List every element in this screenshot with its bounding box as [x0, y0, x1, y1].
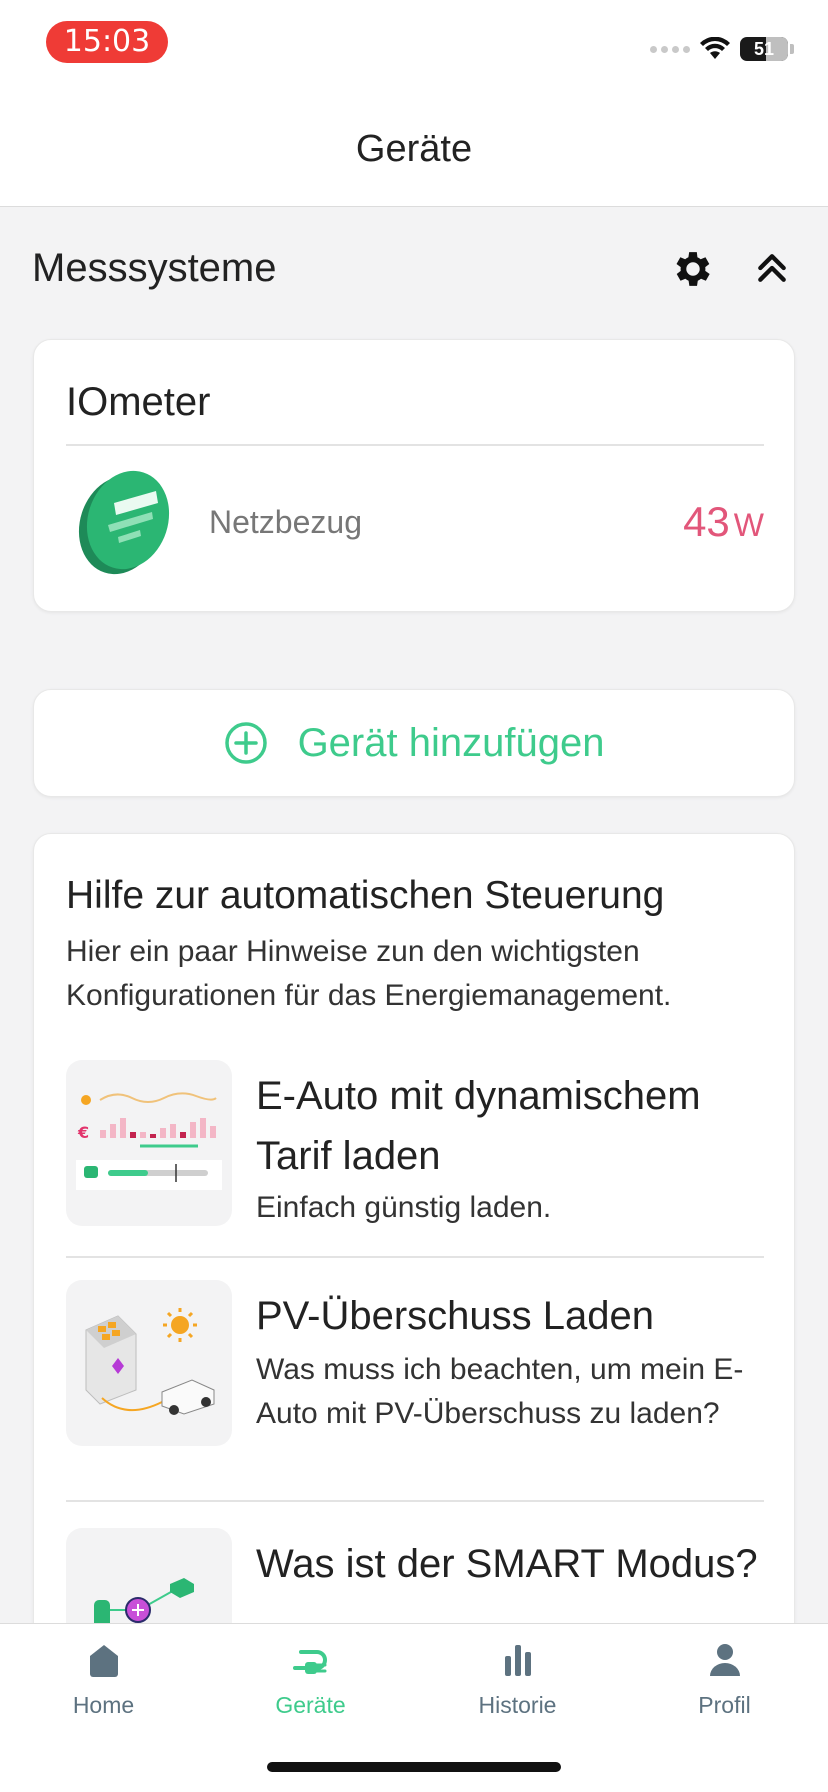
home-indicator — [267, 1762, 561, 1772]
user-icon — [709, 1644, 740, 1676]
cellular-signal-icon — [650, 45, 690, 53]
iometer-device-icon — [78, 470, 170, 575]
battery-icon: 51 — [740, 37, 788, 61]
help-item-title: PV-Überschuss Laden — [256, 1294, 655, 1338]
page-title: Geräte — [355, 128, 473, 170]
bar-chart-icon — [504, 1645, 531, 1676]
tab-profil[interactable]: Profil — [621, 1640, 828, 1740]
help-item-title: E-Auto mit dynamischem Tarif laden — [256, 1074, 701, 1178]
add-device-button[interactable]: Gerät hinzufügen — [33, 689, 795, 797]
divider — [66, 444, 764, 446]
help-item-description: Was muss ich beachten, um mein E-Auto mi… — [256, 1353, 744, 1430]
divider — [66, 1500, 764, 1502]
svg-text:€: € — [77, 1123, 89, 1142]
add-device-label: Gerät hinzufügen — [297, 720, 605, 765]
navigation-bar: Geräte — [0, 90, 828, 207]
battery-level: 51 — [753, 39, 775, 59]
help-item-title: Was ist der SMART Modus? — [256, 1542, 758, 1586]
help-item-pv-surplus[interactable]: PV-Überschuss Laden Was muss ich beachte… — [66, 1280, 764, 1530]
help-item-description: Einfach günstig laden. — [256, 1191, 552, 1224]
tab-home[interactable]: Home — [0, 1640, 207, 1740]
tab-historie[interactable]: Historie — [414, 1640, 621, 1740]
divider — [66, 1256, 764, 1258]
meter-name: IOmeter — [66, 380, 211, 424]
help-subtitle: Hier ein paar Hinweise zun den wichtigst… — [66, 935, 672, 1012]
power-unit: W — [733, 507, 764, 543]
tab-bar: Home Geräte Historie Profil — [0, 1623, 828, 1792]
gear-icon[interactable] — [670, 246, 716, 292]
meter-card[interactable]: IOmeter Netzbezug 43 W — [33, 339, 795, 612]
tab-label: Home — [72, 1692, 135, 1718]
plus-circle-icon — [224, 722, 267, 764]
tab-label: Profil — [698, 1692, 751, 1718]
home-icon — [89, 1645, 118, 1677]
status-time[interactable]: 15:03 — [46, 21, 168, 63]
status-icons: 51 — [650, 34, 794, 64]
meter-label: Netzbezug — [209, 504, 362, 540]
help-title: Hilfe zur automatischen Steuerung — [66, 874, 665, 917]
dynamic-tariff-illustration: € — [66, 1060, 232, 1226]
pv-surplus-illustration — [66, 1280, 232, 1446]
tab-geraete[interactable]: Geräte — [207, 1640, 414, 1740]
plug-icon — [292, 1650, 327, 1674]
power-number: 43 — [683, 498, 730, 545]
wifi-icon — [700, 37, 730, 59]
power-value: 43 W — [683, 498, 764, 546]
tab-label: Geräte — [275, 1692, 346, 1718]
tab-label: Historie — [478, 1692, 557, 1718]
section-header: Messsysteme — [32, 240, 796, 296]
help-item-dynamic-tariff[interactable]: € E-Auto mit dynamischem Tarif laden Ein… — [66, 1060, 764, 1258]
status-bar: 15:03 51 — [0, 0, 828, 90]
chevron-double-up-icon[interactable] — [752, 248, 792, 288]
